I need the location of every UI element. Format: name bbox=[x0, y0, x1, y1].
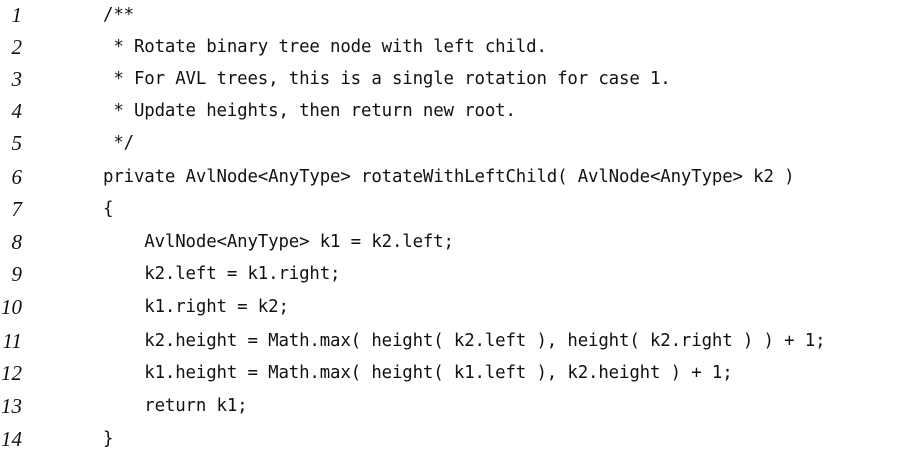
code-line: 7{ bbox=[0, 194, 923, 224]
code-text: k1.height = Math.max( height( k1.left ),… bbox=[103, 363, 733, 383]
code-text: * For AVL trees, this is a single rotati… bbox=[103, 69, 671, 89]
line-number: 4 bbox=[11, 99, 23, 123]
code-text: k1.right = k2; bbox=[103, 297, 289, 317]
code-line: 2 * Rotate binary tree node with left ch… bbox=[0, 32, 923, 62]
code-line: 9 k2.left = k1.right; bbox=[0, 259, 923, 289]
code-text: /** bbox=[103, 5, 134, 25]
code-text: private AvlNode<AnyType> rotateWithLeftC… bbox=[103, 167, 795, 187]
line-number: 13 bbox=[1, 394, 22, 418]
line-number: 2 bbox=[11, 35, 23, 59]
code-text: { bbox=[103, 199, 114, 219]
code-listing: 1 /** 2 * Rotate binary tree node with le… bbox=[0, 0, 923, 454]
line-number: 8 bbox=[11, 230, 23, 254]
code-line: 11 k2.height = Math.max( height( k2.left… bbox=[0, 326, 923, 356]
code-text: AvlNode<AnyType> k1 = k2.left; bbox=[103, 232, 454, 252]
code-line: 8 AvlNode<AnyType> k1 = k2.left; bbox=[0, 227, 923, 257]
code-line: 1 /** bbox=[0, 0, 923, 30]
code-line: 3 * For AVL trees, this is a single rota… bbox=[0, 64, 923, 94]
code-text: */ bbox=[103, 133, 134, 153]
code-text: k2.left = k1.right; bbox=[103, 264, 341, 284]
code-line: 10 k1.right = k2; bbox=[0, 292, 923, 322]
code-line: 4 * Update heights, then return new root… bbox=[0, 96, 923, 126]
code-line: 5 */ bbox=[0, 128, 923, 158]
code-text: * Update heights, then return new root. bbox=[103, 101, 516, 121]
code-line: 13 return k1; bbox=[0, 391, 923, 421]
line-number: 1 bbox=[11, 3, 23, 27]
code-text: } bbox=[103, 429, 114, 449]
code-text: * Rotate binary tree node with left chil… bbox=[103, 37, 547, 57]
line-number: 3 bbox=[11, 67, 23, 91]
line-number: 11 bbox=[2, 329, 22, 353]
code-line: 14} bbox=[0, 424, 923, 454]
line-number: 12 bbox=[1, 361, 22, 385]
line-number: 10 bbox=[1, 295, 22, 319]
line-number: 5 bbox=[11, 131, 23, 155]
code-text: return k1; bbox=[103, 396, 248, 416]
line-number: 7 bbox=[11, 197, 23, 221]
code-line: 12 k1.height = Math.max( height( k1.left… bbox=[0, 358, 923, 388]
code-line: 6 private AvlNode<AnyType> rotateWithLeft… bbox=[0, 162, 923, 192]
code-text: k2.height = Math.max( height( k2.left ),… bbox=[103, 331, 826, 351]
line-number: 6 bbox=[11, 165, 23, 189]
line-number: 14 bbox=[1, 427, 22, 451]
line-number: 9 bbox=[11, 262, 23, 286]
